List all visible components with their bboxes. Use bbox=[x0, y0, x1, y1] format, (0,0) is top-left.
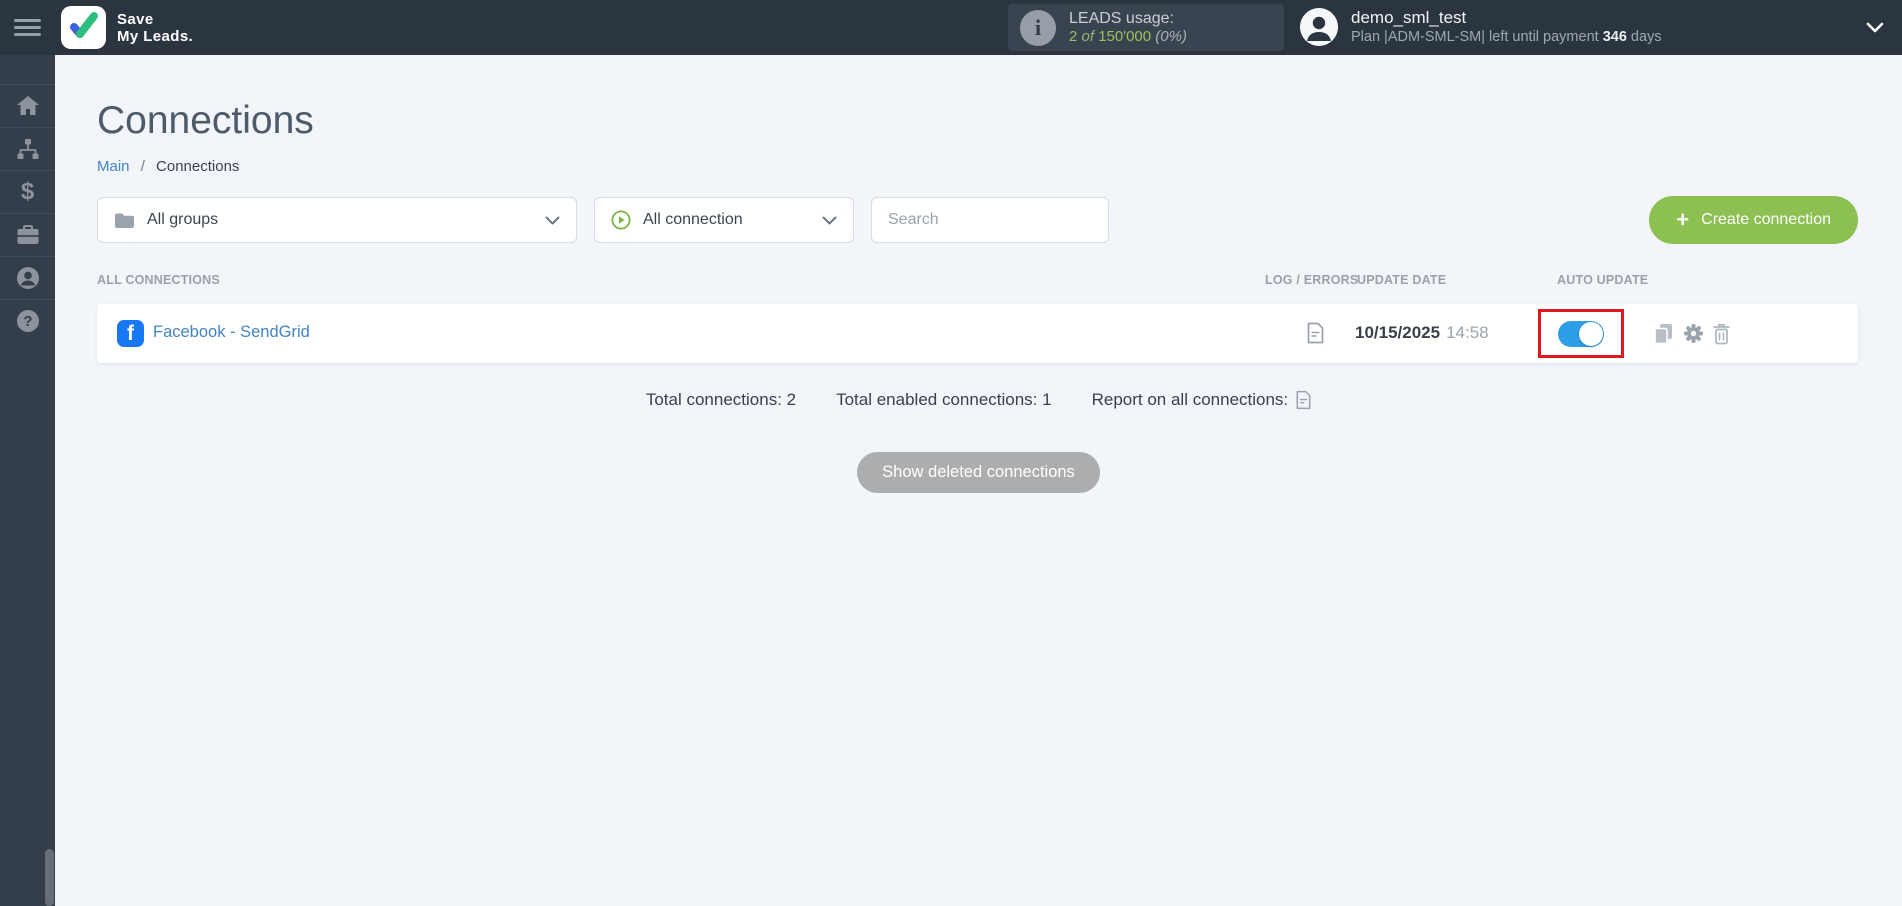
groups-dropdown-value: All groups bbox=[147, 211, 219, 228]
report-document-icon[interactable] bbox=[1296, 390, 1311, 410]
filters-row: All groups All connection + Create conne… bbox=[97, 196, 1858, 244]
connection-dropdown-value: All connection bbox=[643, 211, 743, 228]
leads-usage-panel: i LEADS usage: 2 of 150'000 (0%) bbox=[1008, 4, 1284, 51]
user-name: demo_sml_test bbox=[1351, 8, 1467, 27]
update-time: 14:58 bbox=[1446, 323, 1489, 342]
breadcrumb-separator: / bbox=[140, 158, 145, 175]
breadcrumb: Main / Connections bbox=[97, 158, 1902, 175]
connection-row: f Facebook - SendGrid 10/15/2025 14:58 bbox=[97, 304, 1858, 363]
update-date: 10/15/2025 14:58 bbox=[1355, 323, 1489, 342]
leads-of: of bbox=[1081, 28, 1095, 45]
report-all-connections: Report on all connections: bbox=[1092, 390, 1312, 410]
brand-line2: My Leads. bbox=[117, 27, 194, 45]
sidebar-scrollbar-thumb[interactable] bbox=[45, 849, 54, 906]
leads-usage-value: 2 of 150'000 (0%) bbox=[1069, 28, 1187, 46]
main-content: Connections Main / Connections All group… bbox=[55, 0, 1902, 493]
connections-table-header: ALL CONNECTIONS LOG / ERRORS UPDATE DATE… bbox=[55, 273, 1902, 288]
show-deleted-connections-button[interactable]: Show deleted connections bbox=[857, 452, 1100, 493]
play-circle-icon bbox=[611, 210, 631, 230]
top-header: Save My Leads. i LEADS usage: 2 of 150'0… bbox=[0, 0, 1902, 55]
facebook-icon: f bbox=[117, 320, 144, 347]
copy-icon[interactable] bbox=[1653, 323, 1674, 350]
sidebar-item-home[interactable] bbox=[0, 84, 55, 127]
create-connection-button[interactable]: + Create connection bbox=[1649, 196, 1858, 244]
user-plan: Plan |ADM-SML-SM| left until payment 346… bbox=[1351, 29, 1662, 45]
highlight-red-box bbox=[1538, 309, 1624, 358]
leads-percent: (0%) bbox=[1155, 28, 1187, 45]
leads-total: 150'000 bbox=[1098, 28, 1152, 45]
user-account-menu[interactable]: demo_sml_test Plan |ADM-SML-SM| left unt… bbox=[1300, 8, 1662, 46]
left-sidebar: $ ? bbox=[0, 55, 55, 906]
briefcase-icon bbox=[16, 224, 40, 246]
connection-name-link[interactable]: Facebook - SendGrid bbox=[153, 323, 310, 342]
menu-hamburger-icon[interactable] bbox=[14, 15, 44, 40]
groups-dropdown[interactable]: All groups bbox=[97, 197, 577, 243]
brand-line1: Save bbox=[117, 10, 154, 28]
total-enabled-connections: Total enabled connections: 1 bbox=[836, 390, 1052, 409]
column-header-all-connections: ALL CONNECTIONS bbox=[97, 273, 220, 287]
sidebar-item-services[interactable] bbox=[0, 213, 55, 256]
svg-text:?: ? bbox=[23, 313, 32, 330]
log-document-icon[interactable] bbox=[1307, 322, 1324, 349]
connection-status-dropdown[interactable]: All connection bbox=[594, 197, 854, 243]
dollar-icon: $ bbox=[20, 178, 35, 205]
days-left-value: 346 bbox=[1602, 29, 1627, 45]
chevron-down-icon bbox=[545, 216, 560, 225]
total-connections: Total connections: 2 bbox=[645, 390, 797, 409]
sidebar-item-help[interactable]: ? bbox=[0, 299, 55, 342]
sidebar-item-connections[interactable] bbox=[0, 127, 55, 170]
sitemap-icon bbox=[16, 138, 40, 160]
leads-used: 2 bbox=[1069, 28, 1078, 45]
chevron-down-icon[interactable] bbox=[1866, 20, 1884, 38]
column-header-auto-update: AUTO UPDATE bbox=[1557, 273, 1649, 287]
auto-update-toggle[interactable] bbox=[1558, 320, 1604, 347]
brand-logo[interactable] bbox=[61, 6, 106, 49]
chevron-down-icon bbox=[822, 216, 837, 225]
breadcrumb-main-link[interactable]: Main bbox=[97, 158, 130, 175]
column-header-update-date: UPDATE DATE bbox=[1357, 273, 1447, 287]
summary-row: Total connections: 2 Total enabled conne… bbox=[55, 390, 1902, 410]
home-icon bbox=[16, 95, 40, 117]
trash-icon[interactable] bbox=[1712, 323, 1731, 350]
help-icon: ? bbox=[16, 309, 40, 333]
page-title: Connections bbox=[97, 99, 314, 142]
column-header-log-errors: LOG / ERRORS bbox=[1265, 273, 1359, 287]
leads-usage-label: LEADS usage: bbox=[1069, 10, 1174, 27]
person-icon bbox=[16, 266, 40, 290]
gear-icon[interactable] bbox=[1683, 323, 1704, 349]
avatar bbox=[1300, 8, 1338, 46]
breadcrumb-current: Connections bbox=[156, 158, 240, 175]
toggle-knob bbox=[1579, 321, 1603, 346]
plus-icon: + bbox=[1676, 207, 1690, 232]
search-input[interactable] bbox=[871, 197, 1109, 243]
sidebar-item-payments[interactable]: $ bbox=[0, 170, 55, 213]
sidebar-item-profile[interactable] bbox=[0, 256, 55, 299]
info-icon: i bbox=[1020, 9, 1056, 46]
brand-name: Save My Leads. bbox=[117, 11, 193, 45]
folder-icon bbox=[114, 212, 135, 229]
checkmark-icon bbox=[67, 9, 101, 46]
